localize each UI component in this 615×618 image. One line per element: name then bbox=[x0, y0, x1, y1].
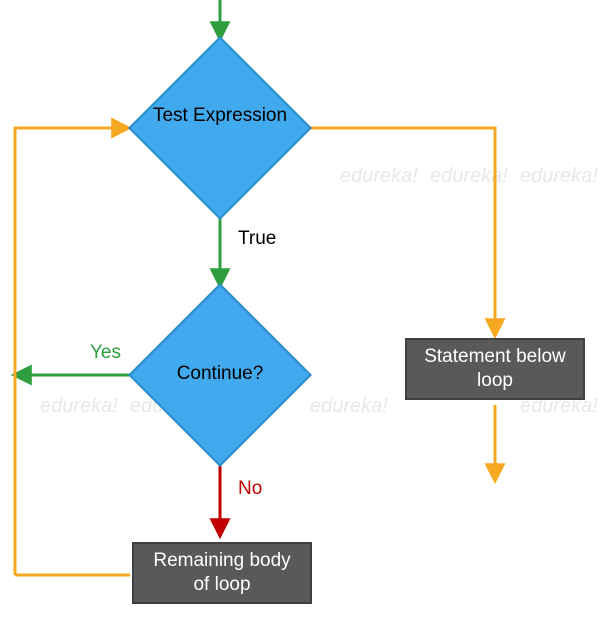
watermark-text: edureka! bbox=[430, 165, 508, 188]
watermark-text: edureka! bbox=[520, 165, 598, 188]
edge-label-no: No bbox=[238, 478, 262, 500]
watermark-text: edureka! bbox=[340, 165, 418, 188]
decision-test-expression-label: Test Expression bbox=[140, 105, 300, 128]
process-remaining-body: Remaining body of loop bbox=[132, 542, 312, 604]
flow-arrows bbox=[0, 0, 615, 618]
decision-continue-label: Continue? bbox=[140, 363, 300, 386]
watermark-text: edureka! bbox=[310, 395, 388, 418]
watermark-text: edureka! bbox=[40, 395, 118, 418]
process-statement-below: Statement below loop bbox=[405, 338, 585, 400]
edge-label-true: True bbox=[238, 228, 276, 250]
decision-test-expression bbox=[128, 36, 312, 220]
edge-test-false-to-statement bbox=[307, 128, 495, 335]
edge-label-yes: Yes bbox=[90, 342, 121, 364]
